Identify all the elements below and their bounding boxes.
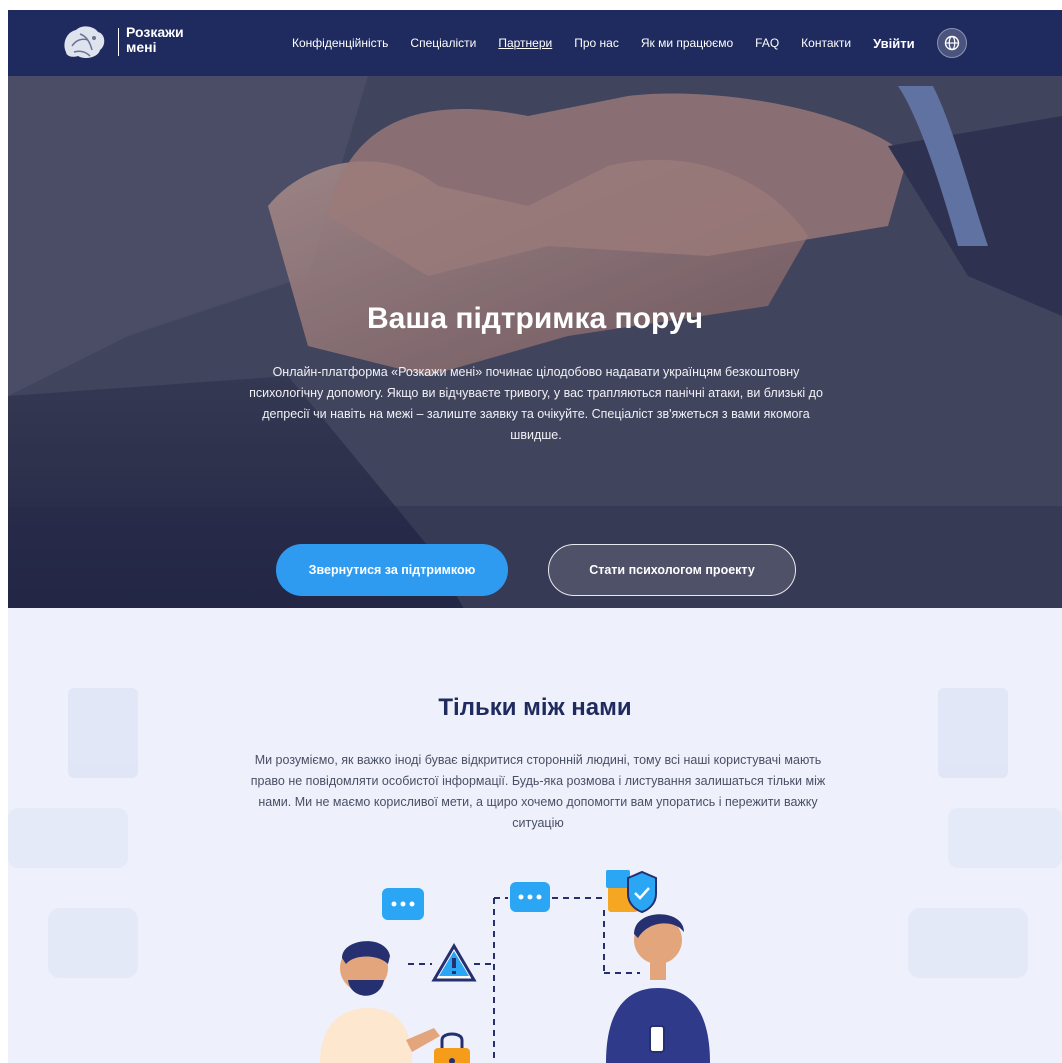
globe-icon [944,35,959,51]
nav-link-how-we-work[interactable]: Як ми працюємо [641,36,733,50]
nav-link-faq[interactable]: FAQ [755,36,779,50]
privacy-description: Ми розуміємо, як важко іноді буває відкр… [250,753,826,830]
language-button[interactable] [936,28,967,58]
privacy-title: Тільки між нами [438,694,632,721]
login-link[interactable]: Увійти [873,36,915,51]
nav-links: Конфіденційність Спеціалісти Партнери Пр… [292,10,967,76]
top-navigation: Розкажи мені Конфіденційність Спеціаліст… [8,10,1062,76]
privacy-illustration [8,688,1062,1063]
request-support-button[interactable]: Звернутися за підтримкою [276,544,508,596]
brand-name-line2: мені [126,39,157,55]
become-psychologist-button[interactable]: Стати психологом проекту [548,544,796,596]
hero-title: Ваша підтримка поруч [366,302,704,335]
hero-section: Ваша підтримка поруч Онлайн-платформа «Р… [8,76,1062,616]
logo-divider [118,28,119,56]
brand-name[interactable]: Розкажи мені [126,25,196,55]
brand-name-line1: Розкажи [126,24,184,40]
nav-link-privacy[interactable]: Конфіденційність [292,36,388,50]
privacy-section: Тільки між нами Ми розуміємо, як важко і… [8,608,1062,1063]
page: Розкажи мені Конфіденційність Спеціаліст… [8,10,1062,1063]
nav-link-specialists[interactable]: Спеціалісти [410,36,476,50]
hero-overlay [8,76,1062,616]
nav-link-about[interactable]: Про нас [574,36,619,50]
logo-icon[interactable] [60,22,108,62]
nav-link-contacts[interactable]: Контакти [801,36,851,50]
nav-link-partners[interactable]: Партнери [498,36,552,50]
hero-description: Онлайн-платформа «Розкажи мені» починає … [249,365,823,442]
